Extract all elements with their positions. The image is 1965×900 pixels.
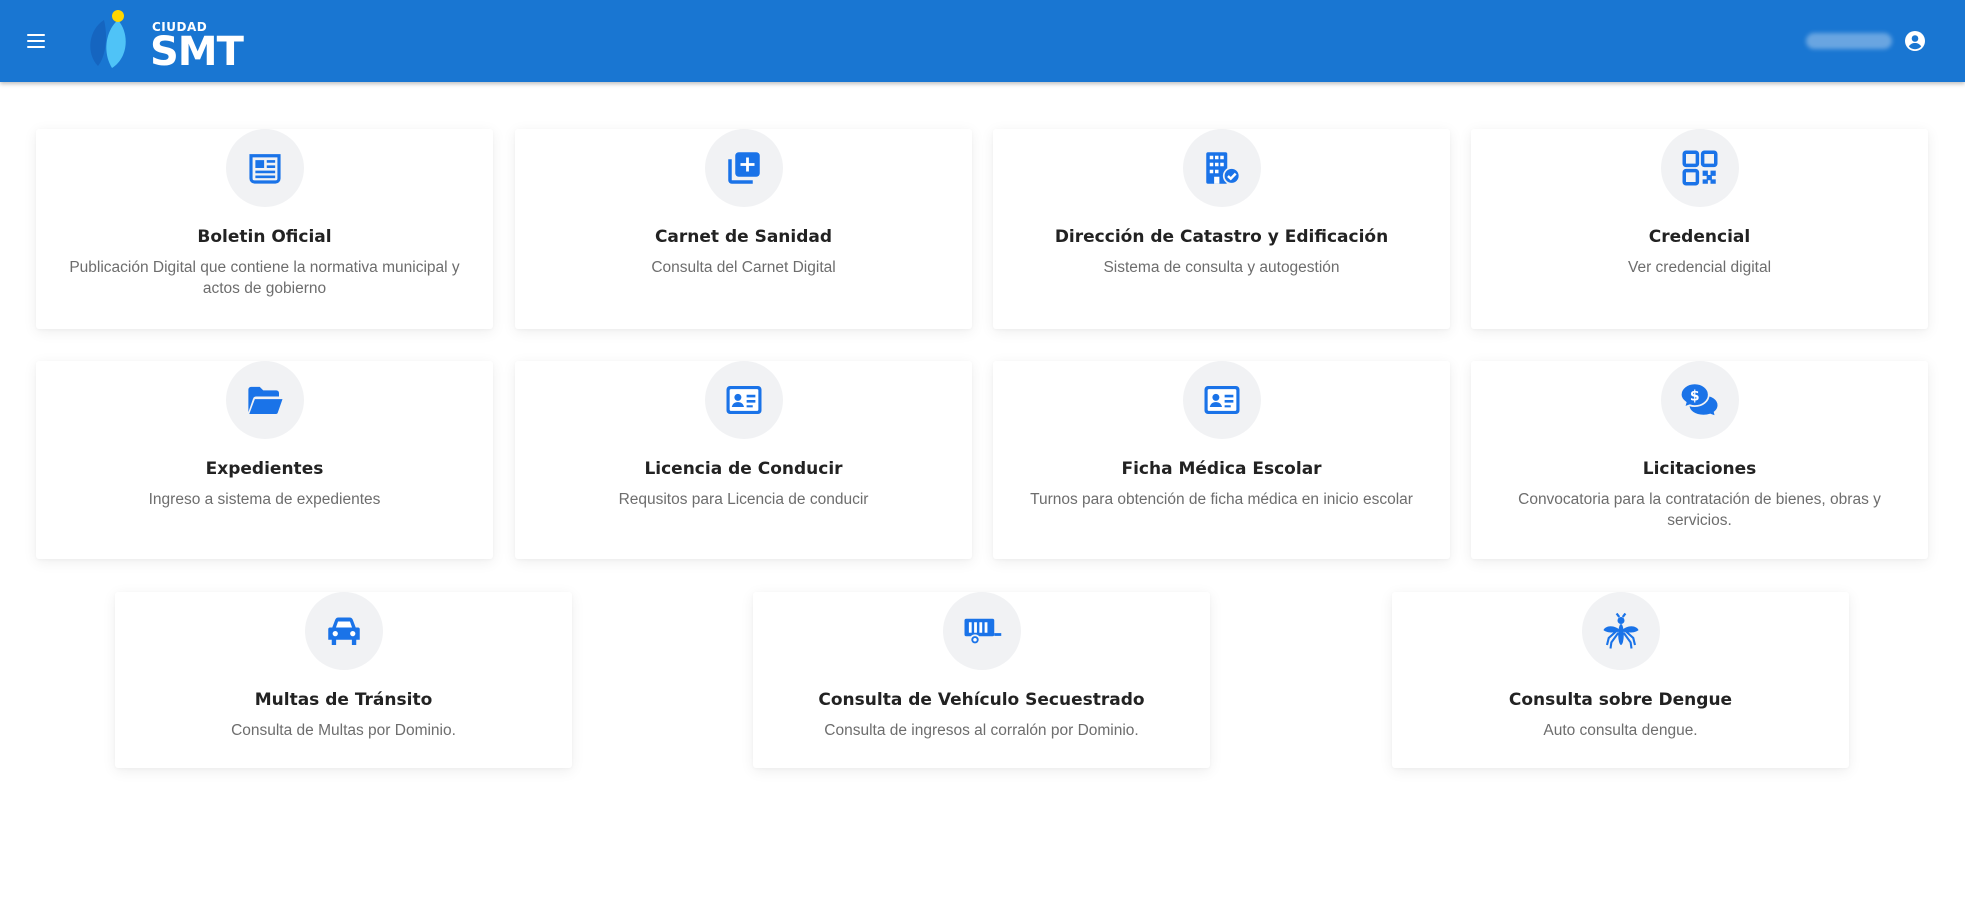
- card-title: Expedientes: [205, 459, 324, 479]
- card-carnet-sanidad[interactable]: Carnet de Sanidad Consulta del Carnet Di…: [515, 129, 972, 329]
- card-description: Ver credencial digital: [1627, 259, 1772, 276]
- card-vehiculo-secuestrado[interactable]: Consulta de Vehículo Secuestrado Consult…: [753, 592, 1210, 768]
- logo-text-big: SMT: [150, 29, 244, 75]
- icon-circle: [1660, 129, 1739, 207]
- folder-open-icon: [247, 386, 282, 415]
- icon-circle: [225, 129, 304, 207]
- icon-circle: [704, 361, 783, 439]
- card-description: Publicación Digital que contiene la norm…: [69, 259, 460, 297]
- card-boletin-oficial[interactable]: Boletin Oficial Publicación Digital que …: [36, 129, 493, 329]
- top-app-bar: CIUDAD SMT: [0, 0, 1965, 82]
- qr-code-icon: [1682, 150, 1717, 186]
- card-description: Sistema de consulta y autogestión: [1103, 259, 1340, 276]
- icon-circle: [1182, 361, 1261, 439]
- card-title: Licencia de Conducir: [644, 459, 843, 479]
- rv-trailer-icon: [964, 618, 1001, 646]
- card-title: Carnet de Sanidad: [654, 227, 833, 247]
- building-check-icon: [1205, 152, 1240, 185]
- card-description: Turnos para obtención de ficha médica en…: [1030, 491, 1413, 508]
- card-description: Requsitos para Licencia de conducir: [618, 491, 869, 508]
- icon-circle: [942, 592, 1021, 670]
- card-title: Dirección de Catastro y Edificación: [1054, 227, 1389, 247]
- card-description: Convocatoria para la contratación de bie…: [1518, 491, 1881, 529]
- card-description: Consulta del Carnet Digital: [651, 259, 836, 276]
- menu-icon[interactable]: [22, 27, 50, 55]
- money-chat-icon: $: [1679, 382, 1719, 419]
- car-icon: [327, 617, 360, 645]
- card-consulta-dengue[interactable]: Consulta sobre Dengue Auto consulta deng…: [1392, 592, 1849, 768]
- mosquito-icon: [1603, 612, 1638, 649]
- card-description: Consulta de Multas por Dominio.: [231, 722, 456, 739]
- card-licencia-conducir[interactable]: Licencia de Conducir Requsitos para Lice…: [515, 361, 972, 559]
- card-licitaciones[interactable]: $ Licitaciones Convocatoria para la cont…: [1471, 361, 1928, 559]
- id-card-icon: [726, 386, 761, 414]
- card-description: Auto consulta dengue.: [1543, 722, 1698, 739]
- add-library-icon: [727, 152, 760, 184]
- card-ficha-medica-escolar[interactable]: Ficha Médica Escolar Turnos para obtenci…: [993, 361, 1450, 559]
- card-multas-transito[interactable]: Multas de Tránsito Consulta de Multas po…: [115, 592, 572, 768]
- card-title: Multas de Tránsito: [254, 690, 433, 710]
- icon-circle: [1182, 129, 1261, 207]
- icon-circle: [304, 592, 383, 670]
- card-title: Consulta sobre Dengue: [1508, 690, 1733, 710]
- user-name-redacted: [1806, 33, 1892, 49]
- icon-circle: [704, 129, 783, 207]
- card-credencial[interactable]: Credencial Ver credencial digital: [1471, 129, 1928, 329]
- card-expedientes[interactable]: Expedientes Ingreso a sistema de expedie…: [36, 361, 493, 559]
- card-title: Credencial: [1648, 227, 1751, 247]
- card-title: Boletin Oficial: [197, 227, 332, 247]
- icon-circle: [225, 361, 304, 439]
- icon-circle: $: [1660, 361, 1739, 439]
- logo-leaf-icon: [90, 10, 126, 68]
- id-card-icon: [1204, 386, 1239, 414]
- icon-circle: [1581, 592, 1660, 670]
- newspaper-icon: [248, 154, 281, 184]
- card-title: Licitaciones: [1642, 459, 1757, 479]
- svg-text:$: $: [1689, 388, 1699, 404]
- card-title: Consulta de Vehículo Secuestrado: [818, 690, 1145, 710]
- card-catastro-edificacion[interactable]: Dirección de Catastro y Edificación Sist…: [993, 129, 1450, 329]
- city-logo[interactable]: CIUDAD SMT: [84, 8, 264, 74]
- account-circle-icon[interactable]: [1903, 29, 1927, 53]
- card-description: Consulta de ingresos al corralón por Dom…: [824, 722, 1139, 739]
- card-title: Ficha Médica Escolar: [1121, 459, 1322, 479]
- card-description: Ingreso a sistema de expedientes: [148, 491, 381, 508]
